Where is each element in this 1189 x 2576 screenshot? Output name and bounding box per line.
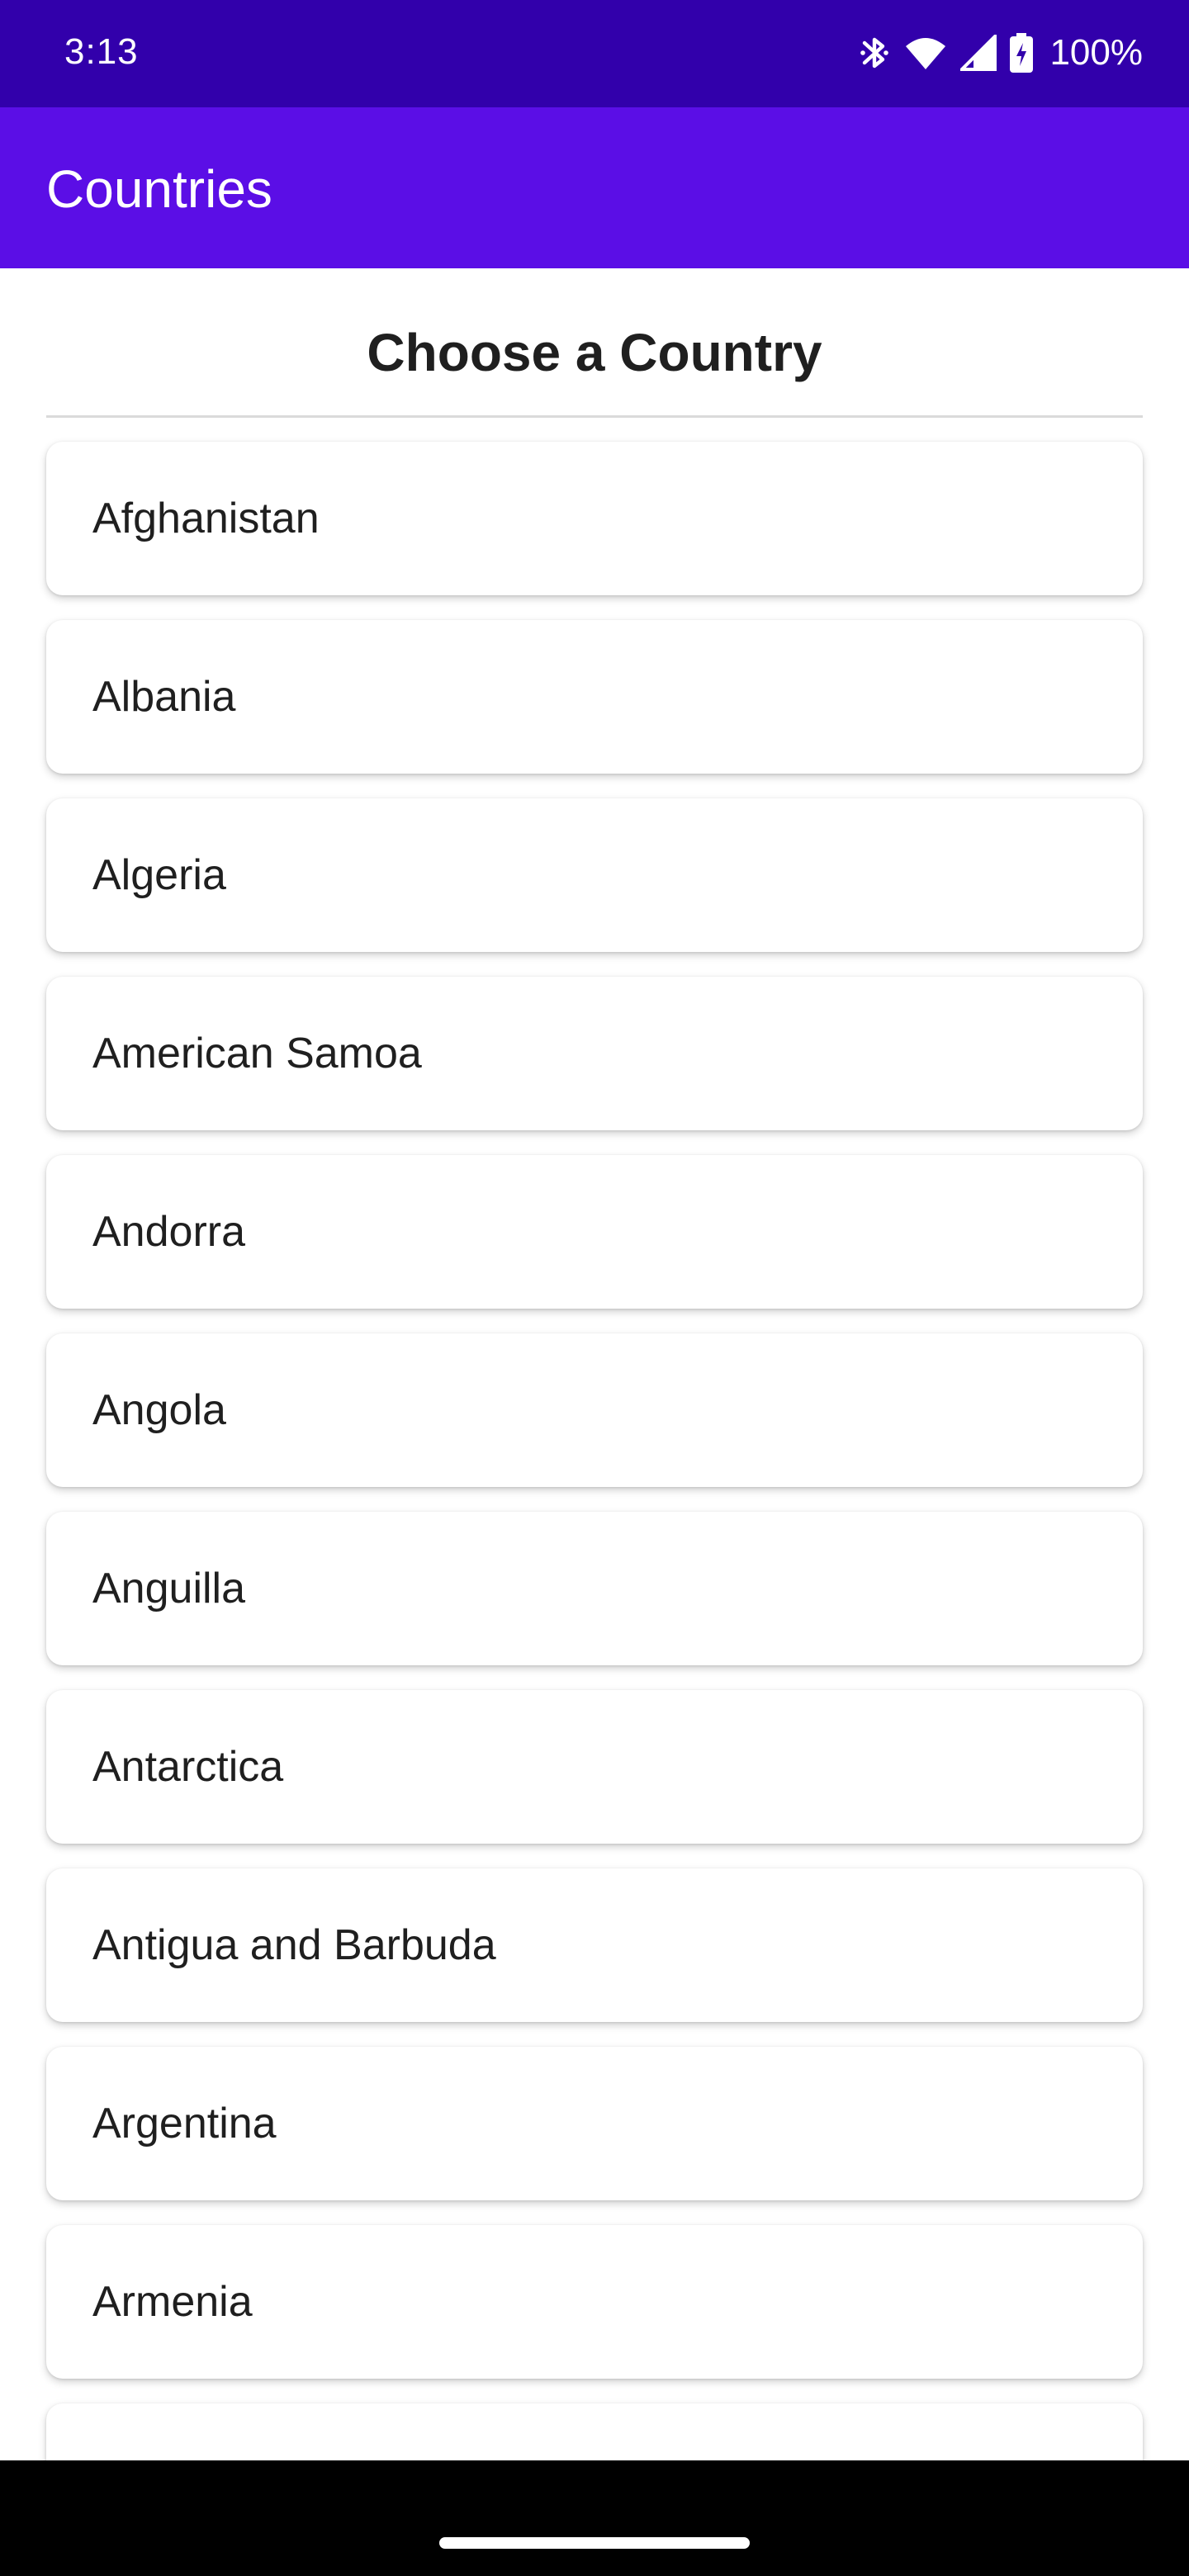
country-item-afghanistan[interactable]: Afghanistan [46, 442, 1143, 595]
battery-percentage: 100% [1049, 32, 1143, 73]
divider [46, 415, 1143, 418]
country-name: Antigua and Barbuda [92, 1921, 496, 1969]
app-bar: Countries [0, 107, 1189, 268]
country-item-antarctica[interactable]: Antarctica [46, 1690, 1143, 1844]
country-item-albania[interactable]: Albania [46, 620, 1143, 774]
country-item-andorra[interactable]: Andorra [46, 1155, 1143, 1309]
country-name: Argentina [92, 2100, 277, 2147]
home-gesture-handle[interactable] [439, 2537, 750, 2549]
status-icons: 100% [858, 30, 1143, 76]
country-name: Armenia [92, 2278, 253, 2326]
country-name: Anguilla [92, 1565, 246, 1612]
bluetooth-icon [858, 33, 891, 73]
country-name: Andorra [92, 1208, 245, 1256]
main-content[interactable]: Choose a Country Afghanistan Albania Alg… [0, 268, 1189, 2460]
country-name: American Samoa [92, 1030, 422, 1077]
country-item-partial[interactable] [46, 2403, 1143, 2460]
country-item-argentina[interactable]: Argentina [46, 2047, 1143, 2200]
status-time: 3:13 [64, 31, 139, 72]
country-name: Antarctica [92, 1743, 284, 1791]
app-title: Countries [46, 159, 272, 219]
navigation-bar [0, 2460, 1189, 2576]
battery-charging-icon [1010, 33, 1034, 73]
country-name: Albania [92, 673, 236, 721]
country-name: Angola [92, 1386, 226, 1434]
status-bar: 3:13 100% [0, 0, 1189, 107]
country-item-antigua-and-barbuda[interactable]: Antigua and Barbuda [46, 1868, 1143, 2022]
list-heading: Choose a Country [367, 323, 822, 382]
country-name: Afghanistan [92, 495, 320, 542]
country-item-armenia[interactable]: Armenia [46, 2225, 1143, 2379]
country-item-anguilla[interactable]: Anguilla [46, 1512, 1143, 1665]
country-item-angola[interactable]: Angola [46, 1333, 1143, 1487]
wifi-icon [904, 35, 947, 71]
country-name: Algeria [92, 851, 226, 899]
country-list[interactable]: Afghanistan Albania Algeria American Sam… [46, 442, 1143, 2460]
country-item-algeria[interactable]: Algeria [46, 798, 1143, 952]
signal-icon [960, 35, 997, 71]
country-item-american-samoa[interactable]: American Samoa [46, 977, 1143, 1130]
